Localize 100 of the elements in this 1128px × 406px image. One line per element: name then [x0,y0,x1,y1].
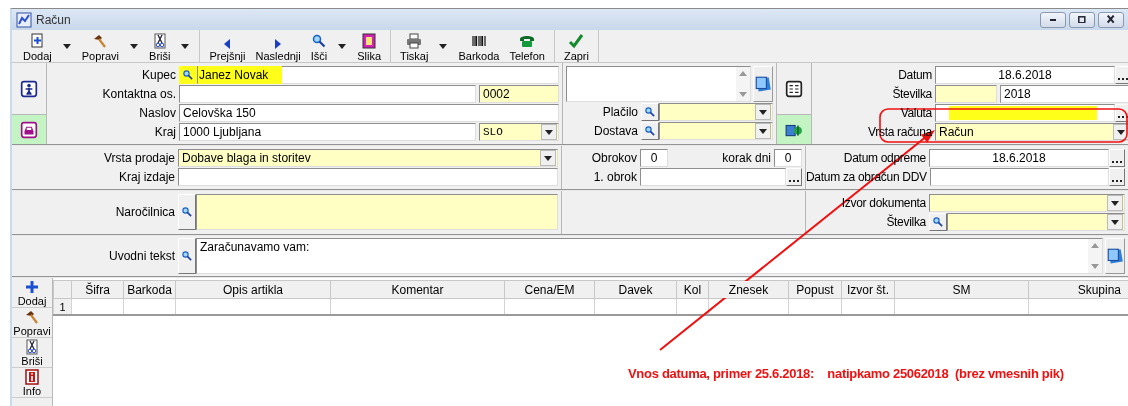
toolbar-button[interactable]: Slika [352,30,387,62]
column-header[interactable]: Kol [676,280,709,299]
field-label: Številka [891,87,932,101]
column-header[interactable]: Šifra [71,280,124,299]
dropdown-button[interactable] [1107,214,1123,230]
table-cell[interactable] [330,298,505,315]
field-label: Naročilnica [114,205,175,219]
scrollbar[interactable] [736,67,750,101]
right-triangle-icon [275,39,282,49]
dropdown-button[interactable] [755,104,771,120]
text-field[interactable]: 2018 [1000,85,1128,103]
side-button[interactable] [20,79,38,98]
scroll-down-icon [1091,264,1099,269]
table-cell[interactable] [504,298,595,315]
memo-field[interactable] [196,194,558,230]
more-button[interactable] [1109,168,1125,186]
caret-icon [181,43,190,49]
search-icon [181,250,193,262]
date-field[interactable] [640,168,786,186]
column-header[interactable]: Opis artikla [175,280,331,299]
toolbar-button[interactable]: Dodaj [18,30,57,62]
combo-box[interactable]: Račun [935,123,1128,141]
caret-icon [130,43,139,49]
side-button[interactable]: Info [12,368,52,398]
car-icon [20,120,38,139]
toolbar-button[interactable]: Naslednji [250,30,306,62]
text-field[interactable]: Celovška 150 [179,104,559,122]
toolbar-button[interactable]: Popravi [76,30,125,62]
field-label: Valuta [899,106,932,120]
dropdown-button[interactable] [1107,195,1123,211]
field-label: Kraj [153,125,176,139]
text-field[interactable] [178,168,558,186]
field-label: korak dni [721,151,771,165]
column-header[interactable]: Skupina [1028,280,1128,299]
more-button[interactable] [1109,149,1125,167]
text-field[interactable] [935,85,997,103]
memo-field[interactable] [566,66,751,102]
table-cell[interactable] [175,298,331,315]
search-icon [182,69,194,81]
combo-box[interactable]: Dobave blaga in storitev [178,149,558,167]
side-button[interactable]: Briši [12,338,52,368]
toolbar-button[interactable]: Barkoda [453,30,505,62]
column-header[interactable]: Cena/EM [504,280,595,299]
search-button[interactable] [179,66,197,84]
dropdown-button[interactable] [541,124,557,140]
maximize-button[interactable] [1069,11,1095,28]
table-cell[interactable] [708,298,789,315]
date-field[interactable]: 18.6.2018 [929,149,1109,167]
combo-box[interactable]: SLO [479,123,559,141]
toolbar-button[interactable]: Briši [144,30,176,62]
date-field[interactable] [929,168,1109,186]
text-field[interactable]: Janez Novak [197,66,559,84]
text-field[interactable]: 1000 Ljubljana [179,123,476,141]
toolbar-button[interactable]: Išči [305,30,333,62]
minimize-button[interactable] [1040,11,1066,28]
dropdown-button[interactable] [755,123,771,139]
table-cell[interactable] [894,298,1029,315]
number-field[interactable]: 0 [640,149,668,167]
text-field[interactable]: 0002 [479,85,559,103]
more-button[interactable] [1115,66,1128,84]
text-field[interactable] [179,85,476,103]
ellipsis-icon [1112,178,1122,182]
number-field[interactable]: 0 [774,149,802,167]
date-field[interactable]: 18.6.2018 [935,66,1115,84]
side-button[interactable] [20,120,38,139]
notes-button[interactable] [1105,238,1125,274]
table-cell[interactable] [676,298,709,315]
column-header[interactable]: SM [894,280,1029,299]
toolbar-button[interactable]: Telefon [504,30,550,62]
notes-button[interactable] [753,66,773,102]
side-button[interactable]: Dodaj [12,278,52,308]
caret-icon [759,109,767,115]
side-button[interactable] [785,79,803,98]
scroll-up-icon [1091,243,1099,248]
table-cell[interactable] [841,298,895,315]
table-cell[interactable] [594,298,677,315]
column-header[interactable]: Popust [788,280,842,299]
close-button[interactable] [1098,11,1124,28]
hammer-icon [24,309,40,325]
toolbar-button[interactable]: Zapri [558,30,594,62]
column-header[interactable]: Komentar [330,280,505,299]
dropdown-button[interactable] [540,150,556,166]
picture-frame-icon [361,33,378,49]
memo-field[interactable]: Zaračunavamo vam: [196,238,1103,274]
phone-icon [519,33,536,49]
column-header[interactable]: Barkoda [123,280,176,299]
column-header[interactable]: Znesek [708,280,789,299]
annotation-text: Vnos datuma, primer 25.6.2018: natipkamo 25062018 (brez vmesnih pik) [628,366,1064,381]
table-cell[interactable] [123,298,176,315]
scrollbar[interactable] [1088,239,1102,273]
table-cell[interactable] [788,298,842,315]
more-button[interactable] [786,168,802,186]
toolbar-button[interactable]: Prejšnji [204,30,251,62]
notepad-icon [754,75,772,93]
column-header[interactable]: Davek [594,280,677,299]
column-header[interactable]: Izvor št. [841,280,895,299]
barcode-icon [470,33,487,49]
side-button[interactable]: Popravi [12,308,52,338]
toolbar-button[interactable]: Tiskaj [395,30,434,62]
table-cell[interactable] [71,298,124,315]
